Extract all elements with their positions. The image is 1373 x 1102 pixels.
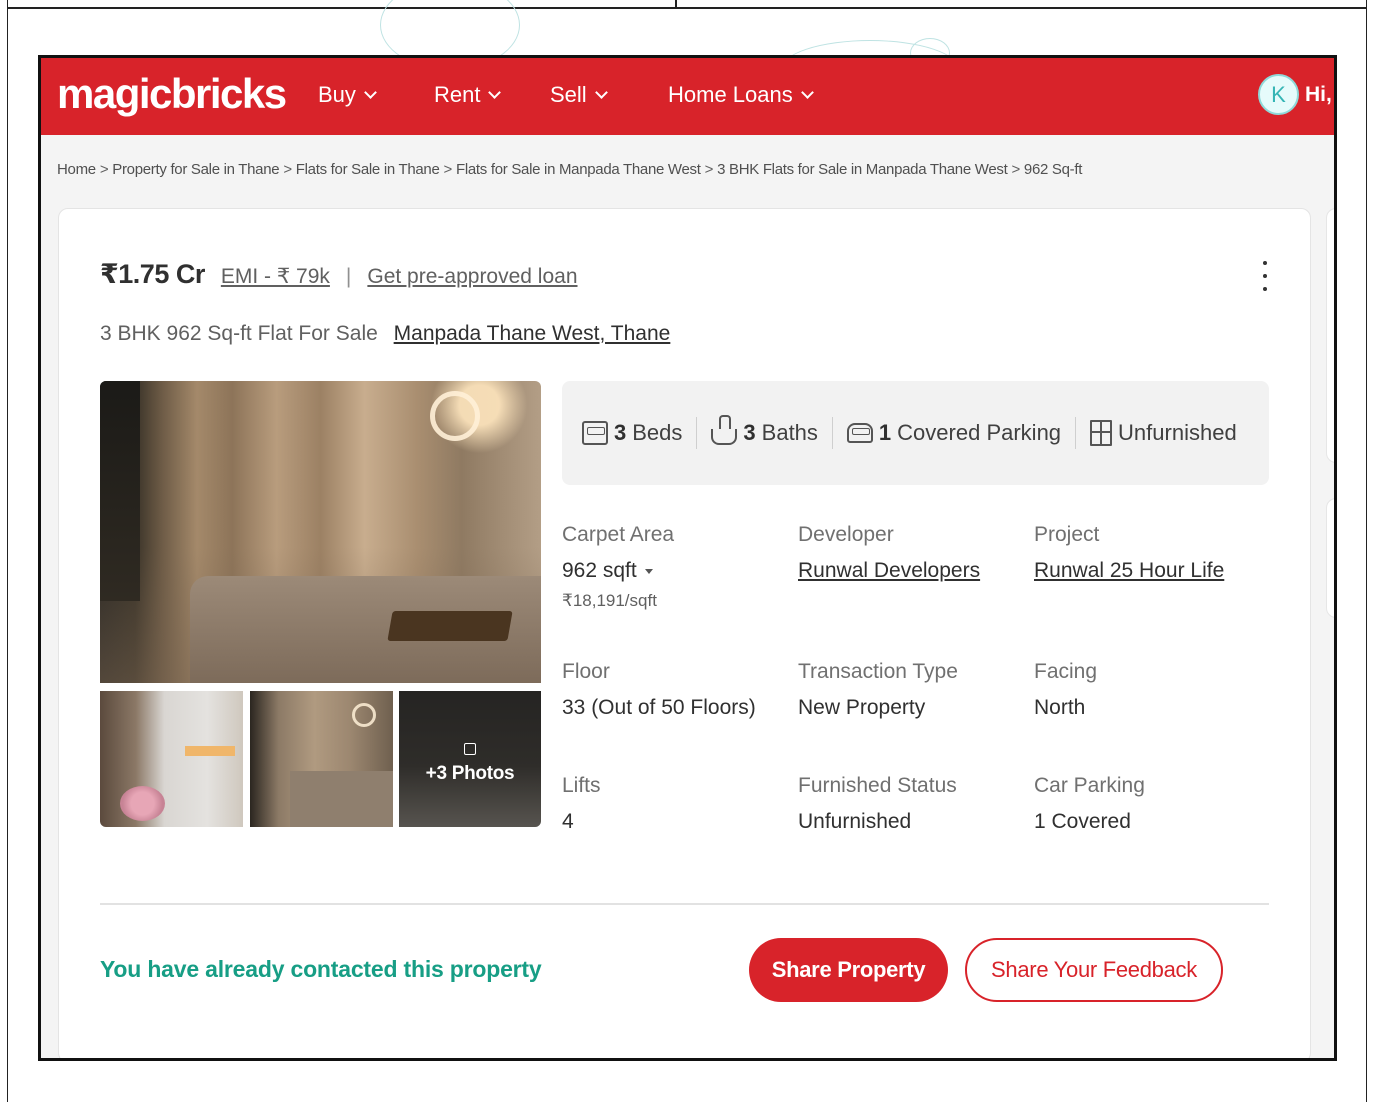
detail-furnished-status: Furnished Status Unfurnished: [798, 774, 957, 833]
nav-sell-label: Sell: [550, 82, 587, 107]
photo-thumbnail[interactable]: [250, 691, 393, 827]
breadcrumb-property-sale-thane[interactable]: Property for Sale in Thane: [112, 161, 279, 178]
more-photos-thumbnail[interactable]: +3 Photos: [399, 691, 541, 827]
project-link[interactable]: Runwal 25 Hour Life: [1034, 559, 1224, 583]
document-top-rule: [7, 7, 1367, 9]
breadcrumb: Home > Property for Sale in Thane > Flat…: [57, 161, 1082, 178]
nav-buy-label: Buy: [318, 82, 356, 107]
nav-rent-label: Rent: [434, 82, 481, 107]
breadcrumb-separator-icon: >: [443, 161, 453, 178]
user-avatar[interactable]: K: [1258, 74, 1299, 115]
bath-icon: [711, 415, 738, 445]
chevron-down-icon: [800, 85, 814, 99]
nav-sell[interactable]: Sell: [550, 82, 608, 108]
breadcrumb-separator-icon: >: [1011, 161, 1020, 178]
car-icon: [846, 423, 873, 443]
nav-home-loans-label: Home Loans: [668, 82, 793, 107]
feature-beds: 3 Beds: [582, 420, 682, 446]
chevron-down-icon: [364, 85, 377, 99]
breadcrumb-current: 962 Sq-ft: [1023, 161, 1083, 178]
user-greeting[interactable]: Hi, I: [1305, 83, 1334, 107]
detail-carpet-area: Carpet Area 962 sqft ₹18,191/sqft: [562, 523, 675, 610]
property-title: 3 BHK 962 Sq-ft Flat For Sale Manpada Th…: [100, 322, 670, 346]
site-header: magicbricks Buy Rent Sell Home Loans K H…: [41, 58, 1334, 135]
chevron-down-icon: [488, 85, 502, 99]
breadcrumb-separator-icon: >: [99, 161, 109, 178]
nav-rent[interactable]: Rent: [434, 82, 502, 108]
caret-down-icon: [644, 568, 653, 574]
feature-furnishing: Unfurnished: [1090, 420, 1237, 446]
chevron-down-icon: [594, 85, 608, 99]
breadcrumb-home[interactable]: Home: [57, 161, 96, 178]
detail-lifts: Lifts 4: [562, 774, 601, 833]
detail-project: Project Runwal 25 Hour Life: [1034, 523, 1225, 583]
detail-developer: Developer Runwal Developers: [798, 523, 981, 583]
property-location-link[interactable]: Manpada Thane West, Thane: [394, 322, 671, 345]
nav-buy[interactable]: Buy: [318, 82, 377, 108]
property-card: ₹1.75 Cr EMI - ₹ 79k | Get pre-approved …: [58, 208, 1311, 1058]
side-panel-card: [1326, 208, 1334, 463]
emi-link[interactable]: EMI - ₹ 79k: [221, 264, 330, 289]
price-row: ₹1.75 Cr EMI - ₹ 79k | Get pre-approved …: [100, 259, 578, 290]
carpet-area-value[interactable]: 962 sqft: [562, 559, 674, 583]
detail-transaction-type: Transaction Type New Property: [798, 660, 958, 719]
more-options-icon[interactable]: [1255, 259, 1275, 293]
card-divider: [100, 903, 1269, 905]
breadcrumb-flats-sale-thane[interactable]: Flats for Sale in Thane: [296, 161, 440, 178]
document-column-divider: [675, 0, 677, 8]
breadcrumb-separator-icon: >: [283, 161, 292, 178]
more-photos-label: +3 Photos: [425, 763, 515, 784]
features-bar: 3 Beds 3 Baths 1 Covered Parking Unfurnishe…: [562, 381, 1269, 485]
furnishing-icon: [1090, 420, 1113, 446]
share-feedback-button[interactable]: Share Your Feedback: [965, 938, 1223, 1002]
property-price: ₹1.75 Cr: [100, 259, 205, 289]
feature-baths: 3 Baths: [711, 415, 818, 446]
breadcrumb-3bhk-manpada[interactable]: 3 BHK Flats for Sale in Manpada Thane We…: [717, 161, 1008, 178]
detail-facing: Facing North: [1034, 660, 1098, 719]
photo-thumbnail[interactable]: [100, 691, 243, 827]
detail-car-parking: Car Parking 1 Covered: [1034, 774, 1145, 833]
price-separator: |: [345, 265, 352, 288]
nav-home-loans[interactable]: Home Loans: [668, 82, 814, 108]
side-panel-card: [1326, 498, 1334, 618]
detail-floor: Floor 33 (Out of 50 Floors): [562, 660, 756, 719]
pre-approved-loan-link[interactable]: Get pre-approved loan: [367, 265, 577, 289]
main-property-photo[interactable]: [100, 381, 541, 683]
bed-icon: [582, 421, 608, 445]
contacted-status: You have already contacted this property: [100, 956, 542, 982]
breadcrumb-separator-icon: >: [704, 161, 714, 178]
share-property-button[interactable]: Share Property: [749, 938, 948, 1002]
image-icon: [464, 743, 476, 755]
feature-parking: 1 Covered Parking: [846, 420, 1061, 446]
property-title-text: 3 BHK 962 Sq-ft Flat For Sale: [100, 322, 378, 345]
breadcrumb-flats-manpada[interactable]: Flats for Sale in Manpada Thane West: [456, 161, 701, 178]
magicbricks-logo[interactable]: magicbricks: [57, 70, 287, 118]
screenshot: magicbricks Buy Rent Sell Home Loans K H…: [38, 55, 1337, 1061]
developer-link[interactable]: Runwal Developers: [798, 559, 980, 583]
